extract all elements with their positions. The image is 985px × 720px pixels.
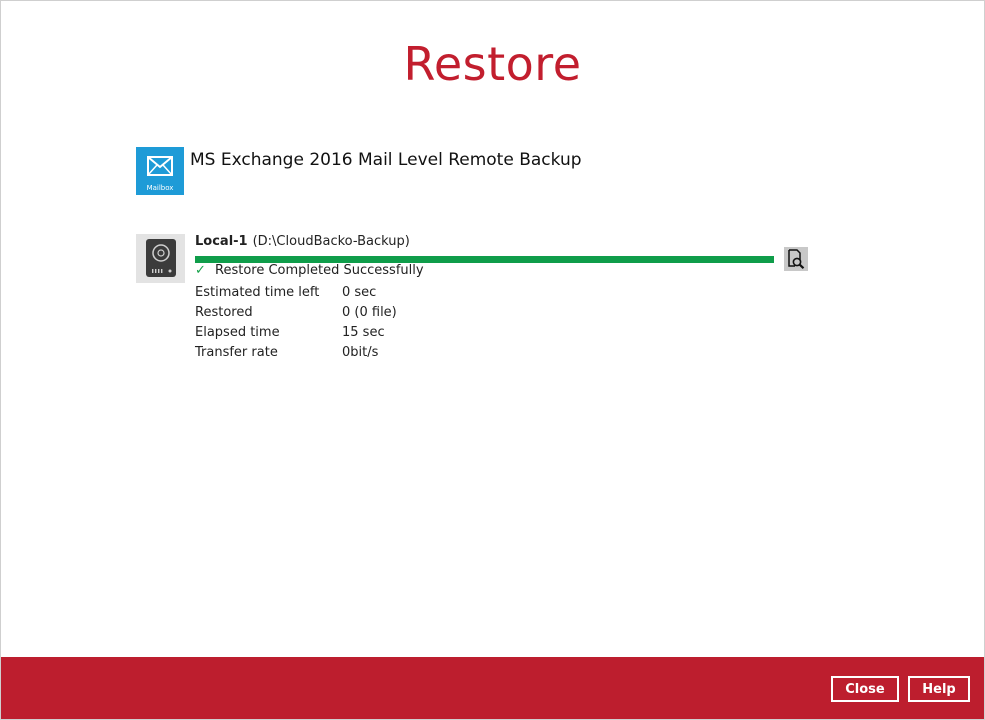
stat-label: Estimated time left bbox=[195, 285, 320, 300]
restore-status: ✓ Restore Completed Successfully bbox=[195, 263, 424, 278]
stat-row: Estimated time left 0 sec bbox=[195, 283, 397, 303]
restore-progress-fill bbox=[195, 256, 774, 263]
stat-row: Elapsed time 15 sec bbox=[195, 323, 397, 343]
stat-value: 15 sec bbox=[342, 325, 385, 340]
mailbox-caption: Mailbox bbox=[146, 184, 174, 192]
help-button[interactable]: Help bbox=[908, 676, 970, 702]
stat-row: Restored 0 (0 file) bbox=[195, 303, 397, 323]
restore-window: Restore Mailbox MS Exchange 2016 Mail Le… bbox=[0, 0, 985, 720]
destination-name: Local-1 bbox=[195, 234, 248, 249]
footer-bar: Close Help bbox=[1, 657, 984, 719]
stat-label: Elapsed time bbox=[195, 325, 280, 340]
stat-row: Transfer rate 0bit/s bbox=[195, 343, 397, 363]
check-icon: ✓ bbox=[195, 263, 206, 278]
stat-label: Transfer rate bbox=[195, 345, 278, 360]
destination-path: (D:\CloudBacko-Backup) bbox=[252, 234, 410, 249]
close-button[interactable]: Close bbox=[831, 676, 899, 702]
backup-set-name: MS Exchange 2016 Mail Level Remote Backu… bbox=[190, 150, 582, 170]
view-log-button[interactable] bbox=[784, 247, 808, 271]
mailbox-icon: Mailbox bbox=[136, 147, 184, 195]
stat-value: 0 (0 file) bbox=[342, 305, 397, 320]
page-title: Restore bbox=[403, 37, 582, 91]
stat-label: Restored bbox=[195, 305, 253, 320]
hard-drive-icon bbox=[136, 234, 185, 283]
status-text: Restore Completed Successfully bbox=[215, 263, 424, 278]
restore-progress-bar bbox=[195, 256, 774, 263]
magnifier-document-icon bbox=[788, 249, 805, 269]
restore-stats: Estimated time left 0 sec Restored 0 (0 … bbox=[195, 283, 397, 363]
destination-label: Local-1 (D:\CloudBacko-Backup) bbox=[195, 234, 410, 249]
stat-value: 0bit/s bbox=[342, 345, 379, 360]
stat-value: 0 sec bbox=[342, 285, 377, 300]
